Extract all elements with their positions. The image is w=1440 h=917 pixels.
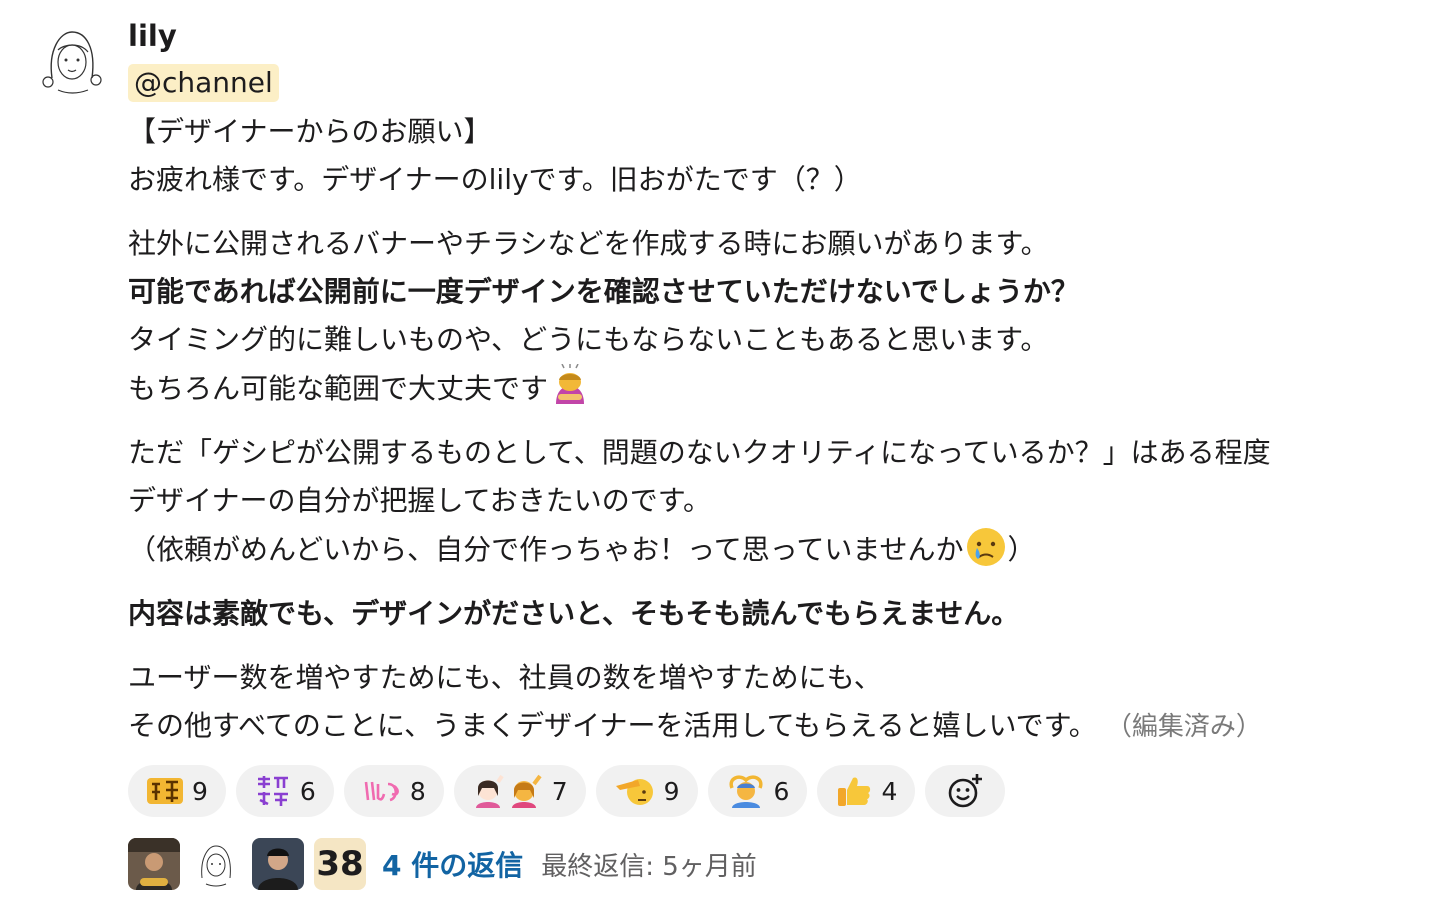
iiyo-text-icon <box>364 781 399 802</box>
saluting-face-icon <box>615 779 653 805</box>
add-emoji-icon <box>949 774 983 808</box>
text-segment: ） <box>1007 533 1036 566</box>
reaction-raising-hand[interactable]: 7 <box>453 765 586 817</box>
text-line: 社外に公開されるバナーやチラシなどを作成する時にお願いがあります。 <box>128 227 1049 260</box>
reaction-count: 8 <box>409 776 426 806</box>
text-line: デザイナーの自分が把握しておきたいのです。 <box>128 484 711 517</box>
text-line: ただ「ゲシピが公開するものとして、問題のないクオリティになっているか？」はある程… <box>128 436 1271 469</box>
thread-summary[interactable]: 38 4 件の返信 最終返信: 5ヶ月前 <box>128 837 1418 891</box>
reaction-count: 6 <box>773 776 790 806</box>
channel-mention[interactable]: @channel <box>128 64 279 102</box>
reaction-count: 9 <box>192 776 208 806</box>
text-line: もちろん可能な範囲で大丈夫です <box>128 363 1418 413</box>
message-content: lily @channel 【デザイナーからのお願い】 お疲れ様です。デザイナー… <box>128 16 1418 891</box>
reply-count-link[interactable]: 4 件の返信 <box>382 844 523 884</box>
text-line: その他すべてのことに、うまくデザイナーを活用してもらえると嬉しいです。 （編集済み… <box>128 702 1418 751</box>
reaction-count: 7 <box>551 776 568 806</box>
crying-face-emoji-icon <box>964 525 1008 569</box>
reaction-ok-gesture[interactable]: 6 <box>707 765 808 817</box>
text-line: （依頼がめんどいから、自分で作っちゃお！って思っていませんか ） <box>128 525 1418 574</box>
thread-participant-avatar <box>252 838 304 890</box>
thread-participant-avatar <box>128 838 180 890</box>
reaction-count: 6 <box>299 776 316 806</box>
reaction-ijin[interactable]: 9 <box>128 765 226 817</box>
reaction-kakunin[interactable]: 6 <box>235 765 334 817</box>
kakunin-shimasu-icon <box>257 776 288 806</box>
text-line-bold: 内容は素敵でも、デザインがださいと、そもそも読んでもらえません。 <box>128 597 1020 630</box>
bowing-person-emoji-icon <box>548 363 592 408</box>
username[interactable]: lily <box>128 16 1418 56</box>
reactions-bar: 9 6 8 7 9 6 4 <box>128 765 1418 817</box>
text-line: ユーザー数を増やすためにも、社員の数を増やすためにも、 <box>128 661 882 694</box>
last-reply-time: 最終返信: 5ヶ月前 <box>541 851 757 882</box>
user-avatar[interactable] <box>30 20 112 102</box>
edited-label: （編集済み） <box>1118 712 1262 742</box>
ijin-kanji-icon <box>147 778 183 804</box>
text-segment: もちろん可能な範囲で大丈夫です <box>128 372 549 405</box>
person-gesturing-ok-icon <box>729 775 763 808</box>
text-line: 【デザイナーからのお願い】 <box>128 115 492 148</box>
add-reaction-button[interactable] <box>925 765 1006 817</box>
slack-message: lily @channel 【デザイナーからのお願い】 お疲れ様です。デザイナー… <box>0 0 1440 917</box>
reaction-salute[interactable]: 9 <box>595 765 698 817</box>
thread-participant-avatar <box>190 838 242 890</box>
participants-count-badge: 38 <box>314 838 366 890</box>
reaction-thumbs-up[interactable]: 4 <box>817 765 916 817</box>
message-body: 【デザイナーからのお願い】 お疲れ様です。デザイナーのlilyです。旧おがたです… <box>128 108 1418 751</box>
text-segment: その他すべてのことに、うまくデザイナーを活用してもらえると嬉しいです。 <box>128 709 1097 742</box>
text-line-bold: 可能であれば公開前に一度デザインを確認させていただけないでしょうか？ <box>128 275 1079 308</box>
text-line: お疲れ様です。デザイナーのlilyです。旧おがたです（？） <box>128 163 862 196</box>
reaction-count: 9 <box>663 776 680 806</box>
thumbs-up-icon <box>838 777 871 806</box>
text-line: タイミング的に難しいものや、どうにもならないこともあると思います。 <box>128 323 1049 356</box>
raising-hand-person-icon <box>475 774 542 808</box>
reaction-iiyo[interactable]: 8 <box>343 765 444 817</box>
reaction-count: 4 <box>881 776 898 806</box>
text-segment: （依頼がめんどいから、自分で作っちゃお！って思っていませんか <box>128 533 964 566</box>
